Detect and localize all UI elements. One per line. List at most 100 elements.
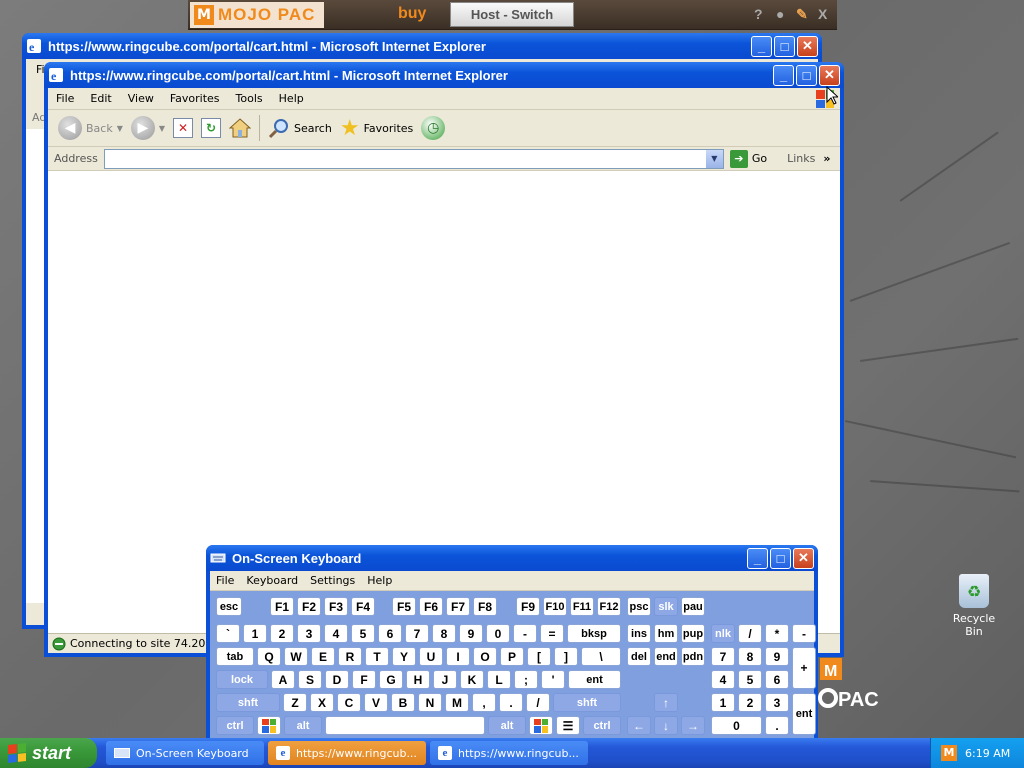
key-numpad-9[interactable]: 9 <box>765 647 789 666</box>
key-f12[interactable]: F12 <box>597 597 621 616</box>
start-button[interactable]: start <box>0 738 97 768</box>
key-numpad-multiply[interactable]: * <box>765 624 789 643</box>
key-backslash[interactable]: \ <box>581 647 621 666</box>
key-2[interactable]: 2 <box>270 624 294 643</box>
key-quote[interactable]: ' <box>541 670 565 689</box>
key-z[interactable]: Z <box>283 693 307 712</box>
key-num-lock[interactable]: nlk <box>711 624 735 643</box>
key-caps-lock[interactable]: lock <box>216 670 268 689</box>
history-button[interactable]: ◷ <box>417 113 449 143</box>
key-slash[interactable]: / <box>526 693 550 712</box>
key-right-windows[interactable] <box>529 716 553 735</box>
minimize-button[interactable]: _ <box>773 64 794 86</box>
ie-front-titlebar[interactable]: e https://www.ringcube.com/portal/cart.h… <box>44 62 844 88</box>
menu-tools[interactable]: Tools <box>228 92 271 105</box>
osk-menu-keyboard[interactable]: Keyboard <box>240 574 304 587</box>
key-left-ctrl[interactable]: ctrl <box>216 716 254 735</box>
key-d[interactable]: D <box>325 670 349 689</box>
key-page-up[interactable]: pup <box>681 624 705 643</box>
minimize-button[interactable]: _ <box>747 547 768 569</box>
key-numpad-7[interactable]: 7 <box>711 647 735 666</box>
key-f9[interactable]: F9 <box>516 597 540 616</box>
key-esc[interactable]: esc <box>216 597 242 616</box>
key-space[interactable] <box>325 716 485 735</box>
key-f3[interactable]: F3 <box>324 597 348 616</box>
recycle-bin[interactable]: ♻ Recycle Bin <box>944 574 1004 638</box>
taskbar-item-osk[interactable]: On-Screen Keyboard <box>106 741 264 765</box>
key-numpad-add[interactable]: + <box>792 647 816 689</box>
key-numpad-3[interactable]: 3 <box>765 693 789 712</box>
key-numpad-subtract[interactable]: - <box>792 624 816 643</box>
key-tab[interactable]: tab <box>216 647 254 666</box>
key-numpad-divide[interactable]: / <box>738 624 762 643</box>
chevron-right-icon[interactable]: » <box>823 152 830 165</box>
pin-icon[interactable]: ✎ <box>796 6 808 23</box>
links-button[interactable]: Links <box>787 152 815 165</box>
menu-file[interactable]: File <box>48 92 82 105</box>
key-0[interactable]: 0 <box>486 624 510 643</box>
stop-button[interactable]: ✕ <box>169 113 197 143</box>
key-i[interactable]: I <box>446 647 470 666</box>
host-switch-button[interactable]: Host - Switch <box>450 2 574 27</box>
key-numpad-0[interactable]: 0 <box>711 716 762 735</box>
key-numpad-6[interactable]: 6 <box>765 670 789 689</box>
clock[interactable]: 6:19 AM <box>965 747 1010 760</box>
key-arrow-down[interactable]: ↓ <box>654 716 678 735</box>
key-m[interactable]: M <box>445 693 469 712</box>
key-6[interactable]: 6 <box>378 624 402 643</box>
back-button[interactable]: ◀ Back ▼ <box>54 113 127 143</box>
taskbar-item-ie-2[interactable]: e https://www.ringcub... <box>430 741 588 765</box>
help-icon[interactable]: ? <box>754 6 763 22</box>
key-right-ctrl[interactable]: ctrl <box>583 716 621 735</box>
close-button[interactable]: ✕ <box>819 64 840 86</box>
key-numpad-2[interactable]: 2 <box>738 693 762 712</box>
key-f6[interactable]: F6 <box>419 597 443 616</box>
key-n[interactable]: N <box>418 693 442 712</box>
key-e[interactable]: E <box>311 647 335 666</box>
key-menu[interactable]: ☰ <box>556 716 580 735</box>
forward-button[interactable]: ▶ ▼ <box>127 113 169 143</box>
key-enter[interactable]: ent <box>568 670 621 689</box>
key-f8[interactable]: F8 <box>473 597 497 616</box>
key-q[interactable]: Q <box>257 647 281 666</box>
key-numpad-enter[interactable]: ent <box>792 693 816 735</box>
key-page-down[interactable]: pdn <box>681 647 705 666</box>
maximize-button[interactable]: □ <box>770 547 791 569</box>
key-k[interactable]: K <box>460 670 484 689</box>
key-numpad-8[interactable]: 8 <box>738 647 762 666</box>
key-numpad-5[interactable]: 5 <box>738 670 762 689</box>
key-x[interactable]: X <box>310 693 334 712</box>
key-8[interactable]: 8 <box>432 624 456 643</box>
key-comma[interactable]: , <box>472 693 496 712</box>
close-button[interactable]: ✕ <box>797 35 818 57</box>
menu-edit[interactable]: Edit <box>82 92 119 105</box>
key-numpad-decimal[interactable]: . <box>765 716 789 735</box>
key-right-alt[interactable]: alt <box>488 716 526 735</box>
maximize-button[interactable]: □ <box>774 35 795 57</box>
osk-titlebar[interactable]: On-Screen Keyboard _ □ ✕ <box>206 545 818 571</box>
key-s[interactable]: S <box>298 670 322 689</box>
key-9[interactable]: 9 <box>459 624 483 643</box>
key-j[interactable]: J <box>433 670 457 689</box>
osk-menu-file[interactable]: File <box>210 574 240 587</box>
go-button[interactable]: ➔ Go <box>729 149 767 168</box>
address-input[interactable]: ▼ <box>103 148 724 169</box>
key-u[interactable]: U <box>419 647 443 666</box>
key-o[interactable]: O <box>473 647 497 666</box>
key-delete[interactable]: del <box>627 647 651 666</box>
mojopac-logo[interactable]: M MOJO PAC <box>190 2 324 28</box>
menu-help[interactable]: Help <box>271 92 312 105</box>
mojopac-tray-icon[interactable]: M <box>941 745 957 761</box>
key-r[interactable]: R <box>338 647 362 666</box>
menu-view[interactable]: View <box>120 92 162 105</box>
settings-icon[interactable]: ● <box>776 6 784 22</box>
key-f5[interactable]: F5 <box>392 597 416 616</box>
key-f7[interactable]: F7 <box>446 597 470 616</box>
maximize-button[interactable]: □ <box>796 64 817 86</box>
key-left-alt[interactable]: alt <box>284 716 322 735</box>
key-p[interactable]: P <box>500 647 524 666</box>
key-g[interactable]: G <box>379 670 403 689</box>
key-minus[interactable]: - <box>513 624 537 643</box>
mojopac-close-icon[interactable]: X <box>818 6 827 22</box>
key-left-windows[interactable] <box>257 716 281 735</box>
